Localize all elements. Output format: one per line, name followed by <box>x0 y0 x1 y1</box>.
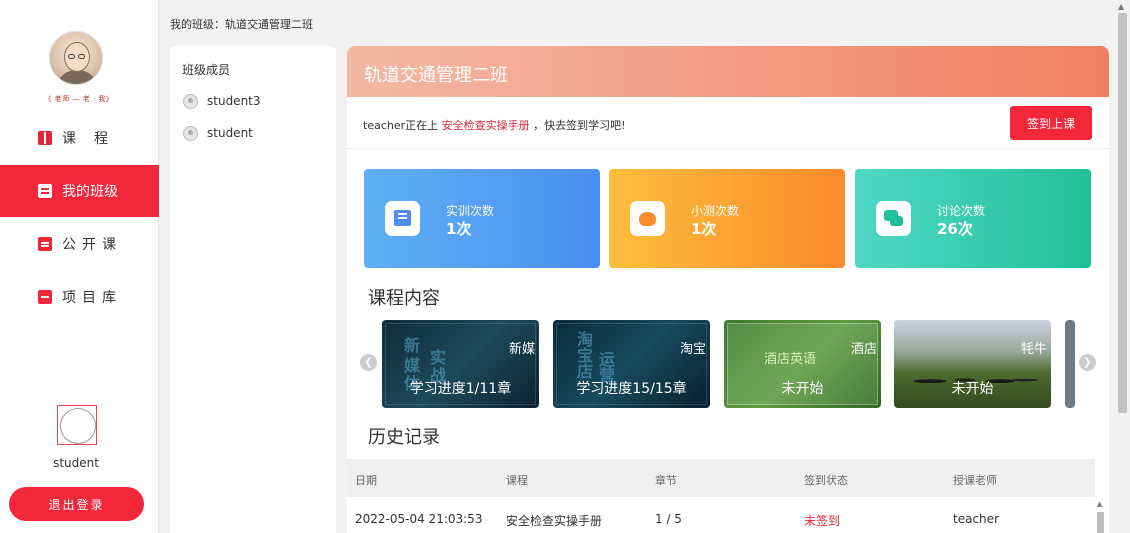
stat-value: 1次 <box>691 220 717 238</box>
training-icon <box>385 201 420 236</box>
class-title: 轨道交通管理二班 <box>364 65 508 86</box>
stat-card-training: 实训次数 1次 <box>364 169 600 268</box>
column-header: 章节 <box>655 474 677 487</box>
user-icon <box>183 93 198 109</box>
sign-in-button[interactable]: 签到上课 <box>1010 106 1092 140</box>
stat-label: 小测次数 <box>691 204 740 218</box>
column-header: 授课老师 <box>953 474 997 487</box>
logout-button[interactable]: 退出登录 <box>9 487 144 521</box>
table-cell-date: 2022-05-04 21:03:53 <box>355 512 483 526</box>
table-cell-status: 未签到 <box>804 514 841 528</box>
member-name: student <box>207 126 253 140</box>
column-header: 签到状态 <box>804 474 848 487</box>
scroll-up-icon[interactable]: ▲ <box>1118 2 1124 11</box>
nav-item-courses[interactable]: 课程 <box>0 112 159 164</box>
avatar-caption: 《 老师 — 老 · 我》 <box>44 95 114 103</box>
table-cell-chapter: 1 / 5 <box>655 512 682 526</box>
scroll-up-icon[interactable]: ▲ <box>1097 500 1102 508</box>
course-card[interactable]: 新 实 媒 战 体 新媒 学习进度1/11章 <box>382 320 539 408</box>
nav-item-project-library[interactable]: 项目库 <box>0 271 159 323</box>
history-scrollbar[interactable]: ▲ <box>1096 500 1105 533</box>
course-progress: 学习进度1/11章 <box>409 381 512 397</box>
history-table-header: 日期 课程 章节 签到状态 授课老师 <box>347 459 1095 497</box>
class-notice: teacher正在上 安全检查实操手册 ，快去签到学习吧! <box>347 97 1109 149</box>
folder-icon <box>38 290 52 304</box>
notice-prefix: teacher正在上 <box>363 119 439 132</box>
nav-label: 课程 <box>62 131 126 147</box>
history-section-title: 历史记录 <box>368 427 440 448</box>
notice-suffix: ，快去签到学习吧! <box>533 119 626 132</box>
nav-item-my-class[interactable]: 我的班级 <box>0 165 159 217</box>
class-members-panel: 班级成员 student3 student <box>170 46 336 533</box>
column-header: 日期 <box>355 474 377 487</box>
stat-value: 1次 <box>446 220 472 238</box>
course-subtitle: 酒店英语 <box>764 352 817 367</box>
nav-label: 公开课 <box>62 237 122 253</box>
course-title: 淘宝 <box>679 342 706 357</box>
stat-card-discussion: 讨论次数 26次 <box>855 169 1091 268</box>
course-progress: 未开始 <box>781 381 824 397</box>
breadcrumb: 我的班级：轨道交通管理二班 <box>170 18 313 31</box>
scroll-thumb[interactable] <box>1097 512 1104 533</box>
book-icon <box>38 131 52 145</box>
page-scrollbar[interactable]: ▲ <box>1115 0 1130 533</box>
course-card[interactable]: 酒店英语 酒店 未开始 <box>724 320 881 408</box>
clipboard-icon <box>38 237 52 251</box>
nav-item-open-course[interactable]: 公开课 <box>0 218 159 270</box>
brand-avatar <box>49 31 103 85</box>
chevron-left-icon: ❮ <box>364 357 373 368</box>
column-header: 课程 <box>506 474 528 487</box>
table-cell-course: 安全检查实操手册 <box>506 514 603 528</box>
class-banner: 轨道交通管理二班 <box>347 46 1109 97</box>
notice-course-link[interactable]: 安全检查实操手册 <box>442 119 530 132</box>
course-title: 酒店 <box>850 342 877 357</box>
username: student <box>53 456 99 470</box>
member-name: student3 <box>207 94 261 108</box>
member-item[interactable]: student3 <box>183 93 261 109</box>
sidebar: 《 老师 — 老 · 我》 课程 我的班级 公开课 项目库 student 退出… <box>0 0 159 533</box>
chat-icon <box>876 201 911 236</box>
course-progress: 学习进度15/15章 <box>576 381 687 397</box>
course-section-title: 课程内容 <box>368 288 440 309</box>
course-progress: 未开始 <box>951 381 994 397</box>
member-item[interactable]: student <box>183 125 253 141</box>
nav-label: 我的班级 <box>62 184 118 200</box>
carousel-next-button[interactable]: ❯ <box>1079 354 1096 371</box>
stat-value: 26次 <box>937 220 973 238</box>
stat-label: 讨论次数 <box>937 204 986 218</box>
members-title: 班级成员 <box>182 63 231 77</box>
course-card-partial[interactable] <box>1065 320 1075 408</box>
course-title: 新媒 <box>508 342 535 357</box>
scroll-thumb[interactable] <box>1118 13 1127 413</box>
course-card[interactable]: 牦牛 未开始 <box>894 320 1051 408</box>
stat-card-quiz: 小测次数 1次 <box>609 169 845 268</box>
course-card[interactable]: 淘 宝 运 店 营 淘宝 学习进度15/15章 <box>553 320 710 408</box>
table-cell-teacher: teacher <box>953 512 999 526</box>
board-icon <box>38 184 52 198</box>
carousel-prev-button[interactable]: ❮ <box>360 354 377 371</box>
stat-label: 实训次数 <box>446 204 495 218</box>
course-title: 牦牛 <box>1020 342 1047 357</box>
user-icon <box>183 125 198 141</box>
notice-text: teacher正在上 安全检查实操手册 ，快去签到学习吧! <box>363 117 626 133</box>
nav-label: 项目库 <box>62 290 122 306</box>
graduation-cap-icon <box>630 201 665 236</box>
chevron-right-icon: ❯ <box>1083 357 1092 368</box>
user-avatar[interactable] <box>57 405 97 445</box>
class-main-panel: 轨道交通管理二班 teacher正在上 安全检查实操手册 ，快去签到学习吧! 签… <box>347 46 1109 533</box>
